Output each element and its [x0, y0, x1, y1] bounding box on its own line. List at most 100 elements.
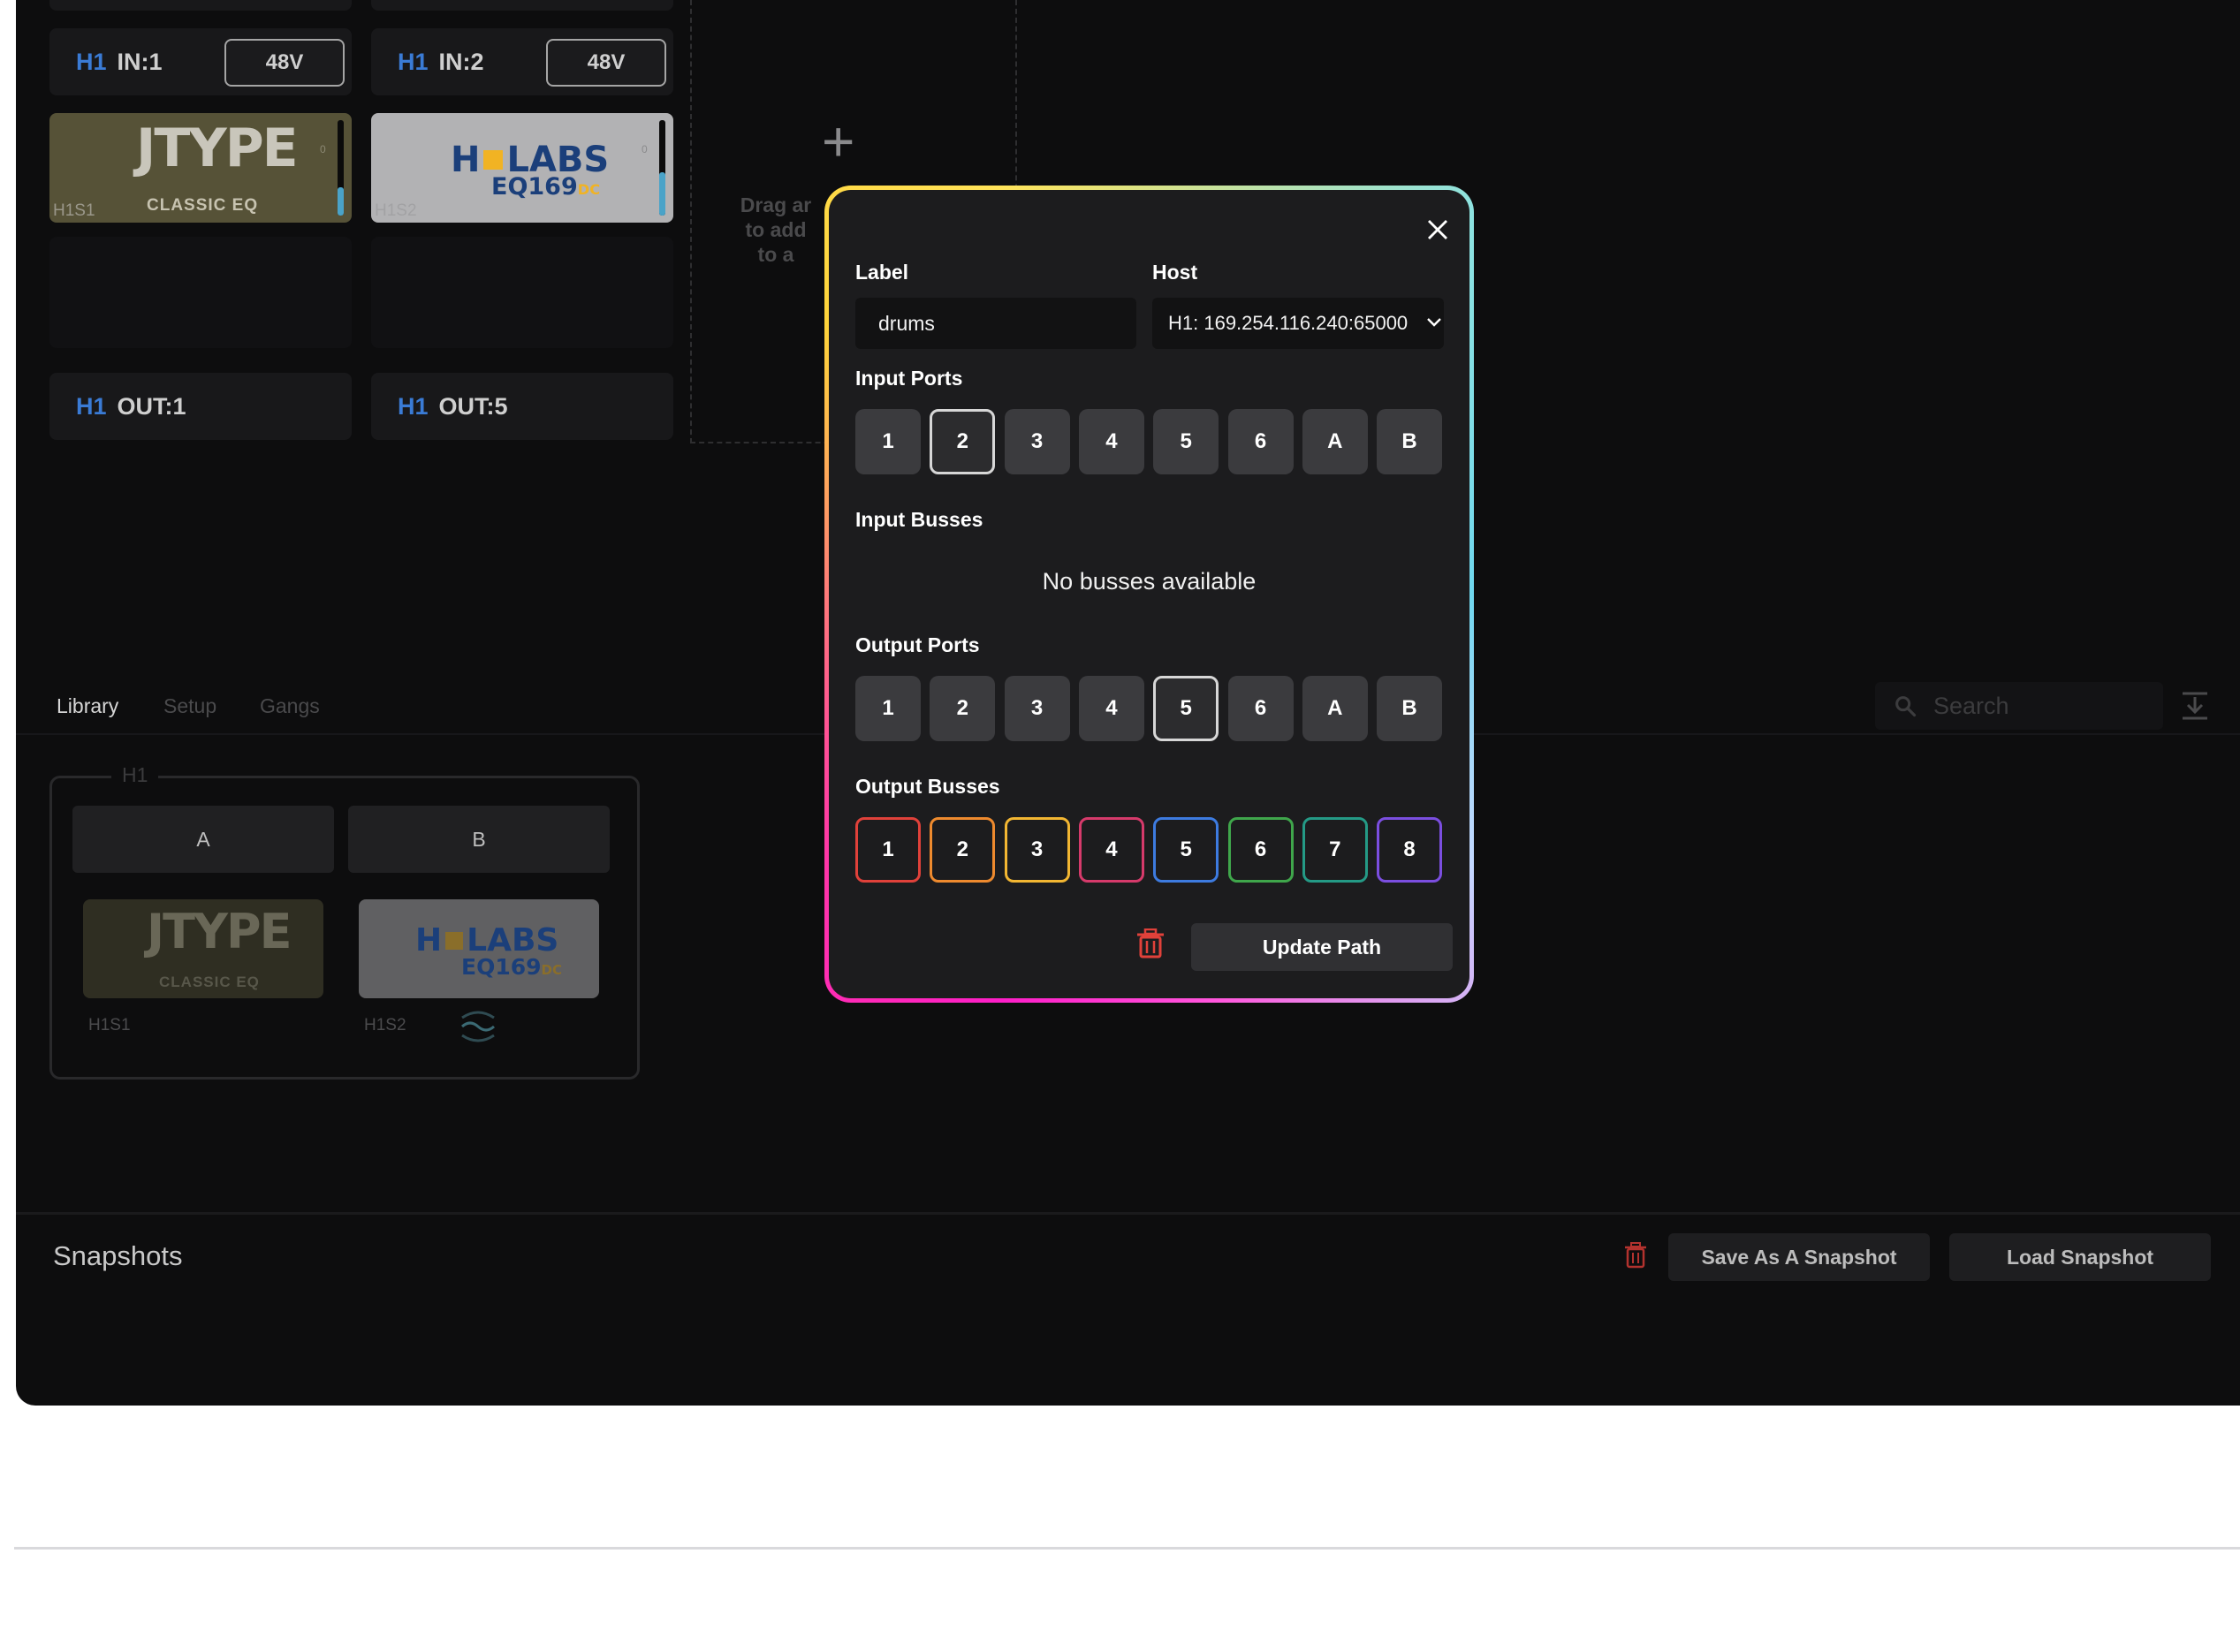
input-port-1[interactable]: 1 — [855, 409, 921, 474]
meter-mark: 0 — [320, 143, 326, 155]
input-port-A[interactable]: A — [1302, 409, 1368, 474]
edit-path-dialog: Label Host drums H1: 169.254.116.240:650… — [824, 186, 1474, 1003]
input-card-1[interactable]: H1 IN:1 48V — [49, 28, 352, 95]
output-port-6[interactable]: 6 — [1227, 676, 1294, 741]
gang-button-a[interactable]: A — [72, 806, 334, 873]
label-value: drums — [878, 311, 935, 335]
host-select[interactable]: H1: 169.254.116.240:65000 — [1152, 298, 1444, 349]
empty-plugin-slot[interactable] — [371, 237, 673, 348]
output-bus-5[interactable]: 5 — [1153, 817, 1219, 883]
output-port-A[interactable]: A — [1302, 676, 1368, 741]
phantom-power-button[interactable]: 48V — [546, 39, 666, 87]
close-icon[interactable] — [1426, 218, 1449, 241]
output-bus-7[interactable]: 7 — [1302, 817, 1368, 883]
channel-card-top — [49, 0, 352, 11]
divider — [14, 1547, 2240, 1550]
chevron-down-icon — [1427, 318, 1441, 327]
hint-line: Drag ar — [740, 193, 812, 216]
host-label: H1 — [76, 48, 107, 75]
host-label: H1 — [398, 48, 429, 75]
host-label: H1 — [398, 392, 429, 420]
link-wave-icon — [461, 1011, 495, 1042]
library-plugin-holabs[interactable]: H LABS EQ169DC — [359, 899, 599, 998]
library-plugin-jtype[interactable]: JTYPE CLASSIC EQ — [83, 899, 323, 998]
search-input[interactable]: Search — [1875, 682, 2163, 730]
gang-button-b[interactable]: B — [348, 806, 610, 873]
input-ports-heading: Input Ports — [855, 367, 963, 390]
output-bus-4[interactable]: 4 — [1078, 817, 1144, 883]
collapse-panel-icon[interactable] — [2181, 691, 2209, 721]
slot-id: H1S1 — [53, 201, 95, 220]
plugin-holabs-eq169[interactable]: H LABS EQ169DC H1S2 0 — [371, 113, 673, 223]
brand-left: H — [415, 922, 443, 959]
search-placeholder: Search — [1933, 692, 2009, 719]
logo-square — [483, 150, 504, 170]
output-busses-heading: Output Busses — [855, 775, 1000, 798]
plugin-model: EQ169DC — [461, 954, 562, 980]
plugin-subtitle: CLASSIC EQ — [147, 196, 259, 215]
output-name: OUT:1 — [117, 392, 186, 420]
model-suffix: DC — [577, 181, 601, 198]
plugin-brand: JTYPE — [136, 117, 299, 179]
tab-gangs[interactable]: Gangs — [260, 694, 320, 718]
output-name: OUT:5 — [438, 392, 508, 420]
output-port-4[interactable]: 4 — [1078, 676, 1144, 741]
output-port-1[interactable]: 1 — [855, 676, 921, 741]
output-port-3[interactable]: 3 — [1004, 676, 1070, 741]
delete-path-icon[interactable] — [1136, 928, 1165, 959]
input-card-2[interactable]: H1 IN:2 48V — [371, 28, 673, 95]
output-bus-1[interactable]: 1 — [855, 817, 921, 883]
tab-library[interactable]: Library — [57, 694, 118, 718]
plugin-brand: H LABS — [415, 922, 558, 959]
input-name: IN:1 — [117, 48, 163, 75]
input-port-5[interactable]: 5 — [1153, 409, 1219, 474]
phantom-power-button[interactable]: 48V — [224, 39, 345, 87]
label-input[interactable]: drums — [855, 298, 1136, 349]
input-port-6[interactable]: 6 — [1227, 409, 1294, 474]
label-heading: Label — [855, 261, 909, 284]
delete-snapshot-icon[interactable] — [1624, 1242, 1647, 1269]
host-heading: Host — [1152, 261, 1198, 284]
output-bus-6[interactable]: 6 — [1227, 817, 1294, 883]
slot-id: H1S2 — [375, 201, 417, 220]
update-path-button[interactable]: Update Path — [1191, 923, 1453, 971]
divider — [16, 1212, 2240, 1215]
model-name: EQ169 — [461, 954, 542, 980]
input-port-4[interactable]: 4 — [1078, 409, 1144, 474]
output-port-B[interactable]: B — [1377, 676, 1443, 741]
empty-plugin-slot[interactable] — [49, 237, 352, 348]
channel-card-top — [371, 0, 673, 11]
model-suffix: DC — [541, 962, 562, 978]
hint-line: to a — [757, 243, 794, 266]
input-port-2[interactable]: 2 — [930, 409, 996, 474]
brand-left: H — [451, 140, 481, 180]
output-card-1[interactable]: H1 OUT:1 — [49, 373, 352, 440]
input-port-B[interactable]: B — [1377, 409, 1443, 474]
input-name: IN:2 — [438, 48, 484, 75]
output-port-2[interactable]: 2 — [930, 676, 996, 741]
load-snapshot-button[interactable]: Load Snapshot — [1949, 1233, 2211, 1281]
output-bus-2[interactable]: 2 — [930, 817, 996, 883]
no-busses-message: No busses available — [1042, 568, 1257, 595]
output-card-2[interactable]: H1 OUT:5 — [371, 373, 673, 440]
input-busses-heading: Input Busses — [855, 508, 983, 531]
plus-icon[interactable]: + — [822, 113, 854, 170]
meter-mark: 0 — [642, 143, 648, 155]
level-meter — [659, 120, 665, 216]
tab-setup[interactable]: Setup — [163, 694, 216, 718]
output-port-5[interactable]: 5 — [1153, 676, 1219, 741]
snapshots-title: Snapshots — [53, 1240, 183, 1271]
output-bus-3[interactable]: 3 — [1004, 817, 1070, 883]
plugin-jtype-classic-eq[interactable]: JTYPE CLASSIC EQ H1S1 0 — [49, 113, 352, 223]
output-bus-8[interactable]: 8 — [1377, 817, 1443, 883]
plugin-subtitle: CLASSIC EQ — [159, 974, 260, 990]
brand-right: LABS — [467, 922, 559, 959]
hint-line: to add — [745, 218, 807, 241]
app-window: H1 IN:1 48V H1 IN:2 48V JTYPE CLASSIC EQ… — [16, 0, 2240, 1406]
library-slot-id: H1S1 — [88, 1016, 131, 1034]
save-snapshot-button[interactable]: Save As A Snapshot — [1668, 1233, 1930, 1281]
plugin-brand: JTYPE — [147, 904, 292, 959]
logo-square — [445, 931, 464, 950]
host-label: H1 — [76, 392, 107, 420]
input-port-3[interactable]: 3 — [1004, 409, 1070, 474]
